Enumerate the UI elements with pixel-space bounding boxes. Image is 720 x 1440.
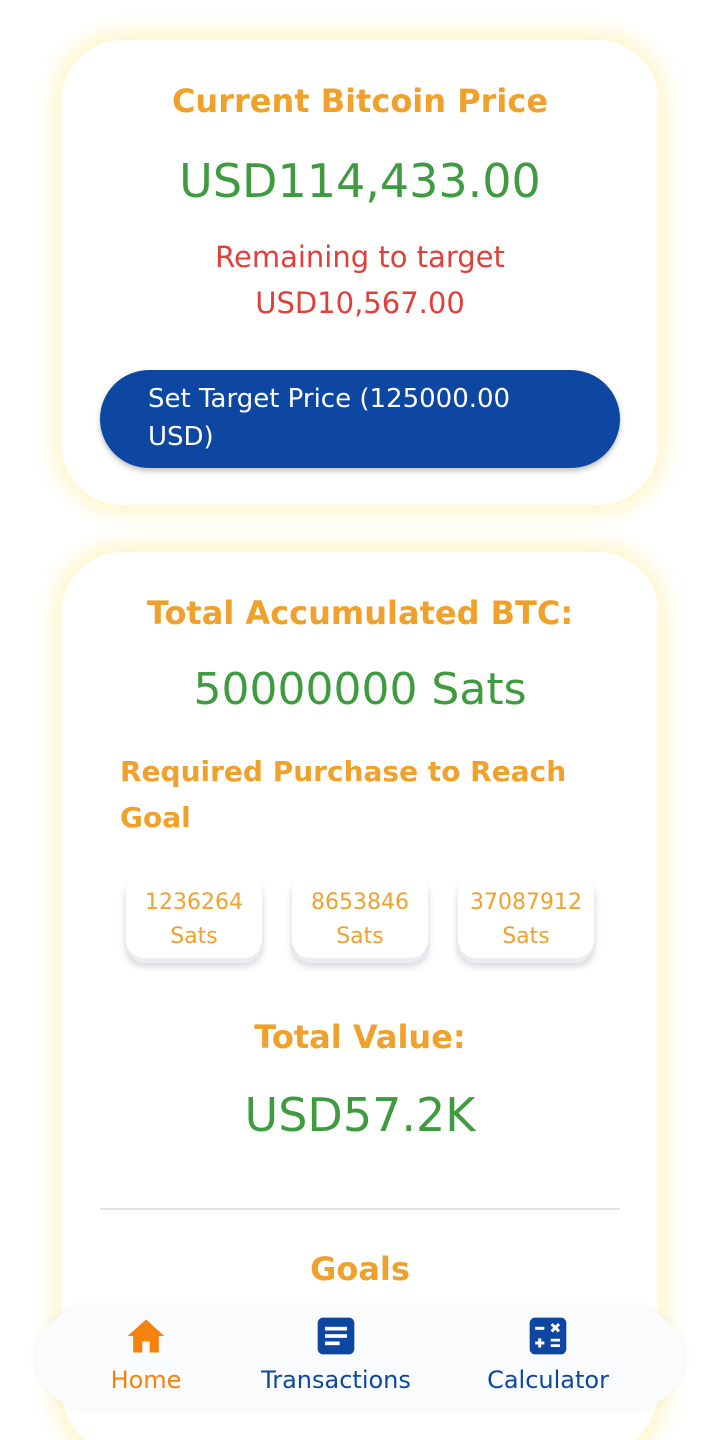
required-option-unit: Sats <box>336 924 384 949</box>
accumulated-title: Total Accumulated BTC: <box>146 594 574 632</box>
calculator-icon <box>529 1317 567 1355</box>
current-price: USD114,433.00 <box>179 154 541 208</box>
nav-calculator-label: Calculator <box>487 1366 609 1394</box>
accumulated-value: 50000000 Sats <box>193 664 527 715</box>
btc-card: Total Accumulated BTC: 50000000 Sats Req… <box>62 552 658 1440</box>
total-value-title: Total Value: <box>254 1018 466 1056</box>
home-icon <box>127 1319 165 1353</box>
nav-transactions[interactable]: Transactions <box>256 1308 416 1408</box>
required-option-amount: 1236264 <box>145 890 243 915</box>
remaining-value: USD10,567.00 <box>255 286 465 320</box>
price-title: Current Bitcoin Price <box>171 82 549 120</box>
price-card: Current Bitcoin Price USD114,433.00 Rema… <box>62 40 658 505</box>
goals-title: Goals <box>310 1250 410 1288</box>
nav-calculator[interactable]: Calculator <box>476 1308 620 1408</box>
required-option-1[interactable]: 1236264 Sats <box>126 872 262 958</box>
remaining-label: Remaining to target <box>215 240 505 274</box>
required-option-amount: 37087912 <box>470 890 582 915</box>
screen: Current Bitcoin Price USD114,433.00 Rema… <box>0 0 720 1440</box>
required-option-unit: Sats <box>502 924 550 949</box>
divider <box>100 1208 620 1210</box>
nav-transactions-label: Transactions <box>261 1366 411 1394</box>
nav-home[interactable]: Home <box>96 1308 196 1408</box>
required-option-2[interactable]: 8653846 Sats <box>292 872 428 958</box>
required-option-unit: Sats <box>170 924 218 949</box>
document-icon <box>317 1317 355 1355</box>
set-target-price-button[interactable]: Set Target Price (125000.00 USD) <box>100 370 620 468</box>
nav-home-label: Home <box>110 1366 182 1394</box>
required-option-3[interactable]: 37087912 Sats <box>458 872 594 958</box>
required-option-amount: 8653846 <box>311 890 409 915</box>
required-purchase-title: Required Purchase to Reach Goal <box>120 755 567 834</box>
total-value: USD57.2K <box>244 1088 476 1142</box>
bottom-nav: Home Transactions Calculator <box>36 1308 684 1408</box>
